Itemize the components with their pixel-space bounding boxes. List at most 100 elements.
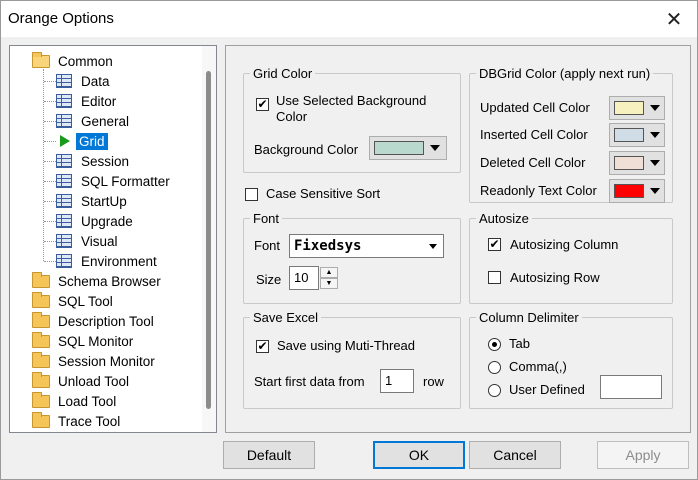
tree-item-label: SQL Monitor [58, 333, 134, 349]
options-tree[interactable]: Common Data Editor General Grid Session SQL Fo… [9, 45, 217, 433]
delimiter-radio-tab[interactable] [488, 338, 501, 351]
tree-item-grid[interactable]: Grid [56, 131, 108, 151]
tree-connector-branch [44, 221, 56, 222]
use-selected-bg-checkbox[interactable]: ✔ [256, 98, 269, 111]
dbgrid-color-picker[interactable] [609, 123, 665, 147]
tree-item-label: Description Tool [58, 313, 154, 329]
autosize-group: Autosize ✔ Autosizing Column Autosizing … [469, 211, 673, 304]
multithread-label: Save using Muti-Thread [277, 338, 416, 353]
title-bar: Orange Options ✕ [1, 1, 697, 37]
folder-icon [32, 351, 50, 368]
grid-options-panel: Grid Color ✔ Use Selected Background Col… [225, 45, 691, 433]
grid-icon [56, 154, 72, 168]
folder-icon [32, 331, 50, 348]
tree-connector-line [43, 69, 44, 261]
tree-connector-branch [44, 141, 56, 142]
tree-item-common[interactable]: Common [32, 51, 116, 71]
font-size-spinner[interactable]: ▲ ▼ [320, 267, 338, 289]
column-delimiter-legend: Column Delimiter [476, 310, 582, 325]
ok-button[interactable]: OK [373, 441, 465, 469]
tree-connector-branch [44, 261, 56, 262]
tree-item-label: Trace Tool [58, 413, 121, 429]
chevron-down-icon [430, 145, 440, 151]
tree-item-label: Data [81, 73, 110, 89]
tree-item-label: Unload Tool [58, 373, 130, 389]
tree-item-label: Editor [81, 93, 117, 109]
dbgrid-color-label: Inserted Cell Color [480, 127, 588, 142]
spin-down-icon[interactable]: ▼ [320, 278, 338, 289]
case-sensitive-checkbox[interactable] [245, 188, 258, 201]
apply-button[interactable]: Apply [597, 441, 689, 469]
chevron-down-icon [650, 132, 660, 138]
tree-item-label: Upgrade [81, 213, 133, 229]
autosize-row-checkbox[interactable] [488, 271, 501, 284]
grid-icon [56, 94, 72, 108]
start-row-input[interactable]: 1 [380, 369, 414, 393]
tree-item-description-tool[interactable]: Description Tool [32, 311, 157, 331]
tree-item-visual[interactable]: Visual [56, 231, 121, 251]
grid-icon [56, 114, 72, 128]
default-button[interactable]: Default [223, 441, 315, 469]
tree-scrollbar-thumb[interactable] [206, 71, 211, 409]
delimiter-radio-user-defined[interactable] [488, 384, 501, 397]
font-select[interactable]: Fixedsys [289, 234, 444, 258]
color-swatch [614, 128, 644, 142]
tree-item-sql-tool[interactable]: SQL Tool [32, 291, 116, 311]
background-color-label: Background Color [254, 142, 359, 157]
save-excel-group: Save Excel ✔ Save using Muti-Thread Star… [243, 310, 461, 409]
tree-item-sql-monitor[interactable]: SQL Monitor [32, 331, 136, 351]
arrow-icon [60, 135, 70, 147]
color-swatch [614, 184, 644, 198]
window-title: Orange Options [8, 10, 114, 27]
tree-item-label: SQL Tool [58, 293, 113, 309]
dbgrid-color-picker[interactable] [609, 96, 665, 120]
tree-item-environment[interactable]: Environment [56, 251, 160, 271]
font-group: Font Font Fixedsys Size 10 ▲ ▼ [243, 211, 461, 304]
tree-item-label: Load Tool [58, 393, 117, 409]
background-color-swatch [374, 141, 424, 155]
column-delimiter-group: Column Delimiter Tab Comma(,) User Defined [469, 310, 673, 409]
tree-item-schema-browser[interactable]: Schema Browser [32, 271, 164, 291]
dbgrid-color-picker[interactable] [609, 151, 665, 175]
spin-up-icon[interactable]: ▲ [320, 267, 338, 278]
tree-connector-branch [44, 201, 56, 202]
autosize-column-checkbox[interactable]: ✔ [488, 238, 501, 251]
tree-item-label: Session Monitor [58, 353, 155, 369]
dbgrid-color-legend: DBGrid Color (apply next run) [476, 66, 654, 81]
delimiter-radio-comma[interactable] [488, 361, 501, 374]
tree-item-trace-tool[interactable]: Trace Tool [32, 411, 123, 431]
tree-item-startup[interactable]: StartUp [56, 191, 130, 211]
tree-connector-branch [44, 181, 56, 182]
dbgrid-color-picker[interactable] [609, 179, 665, 203]
tree-scrollbar[interactable] [202, 46, 216, 432]
tree-item-general[interactable]: General [56, 111, 132, 131]
chevron-down-icon [650, 160, 660, 166]
tree-item-label: General [81, 113, 130, 129]
tree-item-upgrade[interactable]: Upgrade [56, 211, 136, 231]
tree-item-label: StartUp [81, 193, 127, 209]
font-size-input[interactable]: 10 [289, 266, 319, 290]
tree-item-label: Common [58, 53, 113, 69]
use-selected-bg-label: Use Selected Background [276, 93, 427, 108]
grid-color-legend: Grid Color [250, 66, 316, 81]
chevron-down-icon [650, 105, 660, 111]
tree-item-data[interactable]: Data [56, 71, 113, 91]
color-swatch [614, 101, 644, 115]
multithread-checkbox[interactable]: ✔ [256, 340, 269, 353]
folder-icon [32, 371, 50, 388]
start-first-label: Start first data from [254, 374, 365, 389]
font-size-value: 10 [294, 270, 309, 285]
tree-item-editor[interactable]: Editor [56, 91, 119, 111]
user-defined-input[interactable] [600, 375, 662, 399]
tree-item-load-tool[interactable]: Load Tool [32, 391, 119, 411]
tree-connector-branch [44, 241, 56, 242]
font-dropdown-button[interactable] [424, 236, 442, 256]
tree-item-session-monitor[interactable]: Session Monitor [32, 351, 158, 371]
tree-item-session[interactable]: Session [56, 151, 132, 171]
tree-item-unload-tool[interactable]: Unload Tool [32, 371, 132, 391]
autosize-legend: Autosize [476, 211, 532, 226]
tree-item-sql-formatter[interactable]: SQL Formatter [56, 171, 173, 191]
background-color-picker[interactable] [369, 136, 447, 160]
cancel-button[interactable]: Cancel [469, 441, 561, 469]
close-button[interactable]: ✕ [651, 1, 697, 37]
